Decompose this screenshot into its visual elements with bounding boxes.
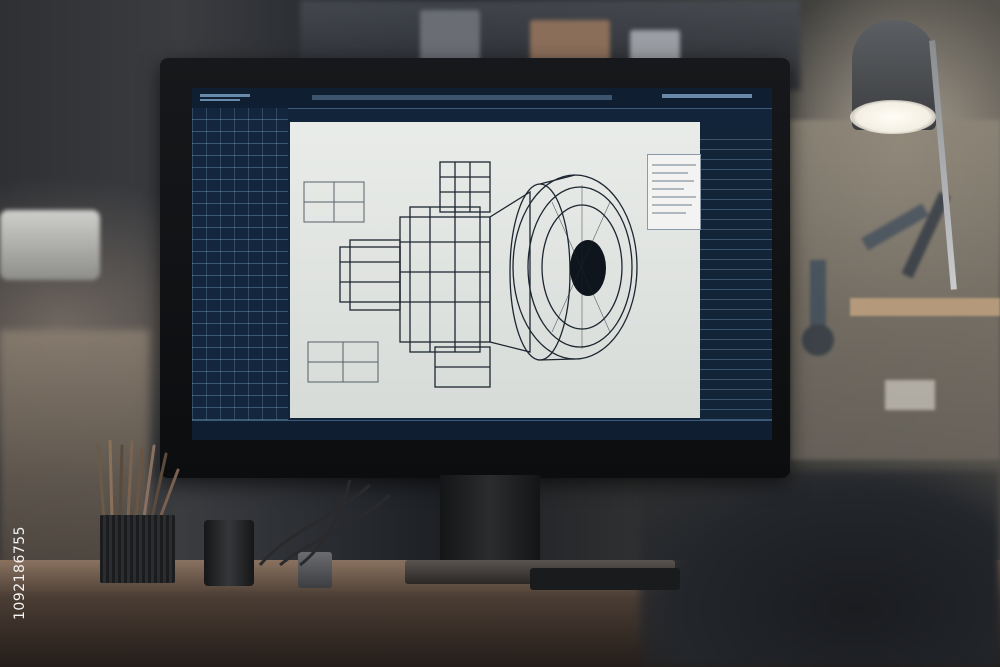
- jet-engine-wireframe: [303, 161, 638, 388]
- cad-status-bar: [192, 420, 772, 440]
- cad-screen: [192, 88, 772, 440]
- workshop-scene: 1092186755: [0, 0, 1000, 667]
- desk-container: [204, 520, 254, 586]
- spec-table: [647, 154, 701, 230]
- keyboard: [530, 568, 680, 590]
- cad-toolbar: [192, 88, 772, 109]
- pencil-bundle: [96, 440, 180, 520]
- pencil-cup-icon: [100, 515, 175, 583]
- monitor-stand: [440, 475, 540, 570]
- cables: [258, 480, 391, 567]
- cad-side-panel: [192, 108, 288, 420]
- lamp-light: [850, 100, 936, 134]
- stock-id-watermark: 1092186755: [8, 420, 32, 620]
- background-printer: [0, 210, 100, 280]
- watermark-text: 1092186755: [12, 525, 28, 620]
- hanging-tools: [802, 191, 951, 410]
- cad-properties-panel: [700, 130, 772, 420]
- toolbar-icons: [200, 94, 752, 101]
- foreground-equipment: [640, 470, 1000, 667]
- drawing-canvas: [290, 122, 700, 418]
